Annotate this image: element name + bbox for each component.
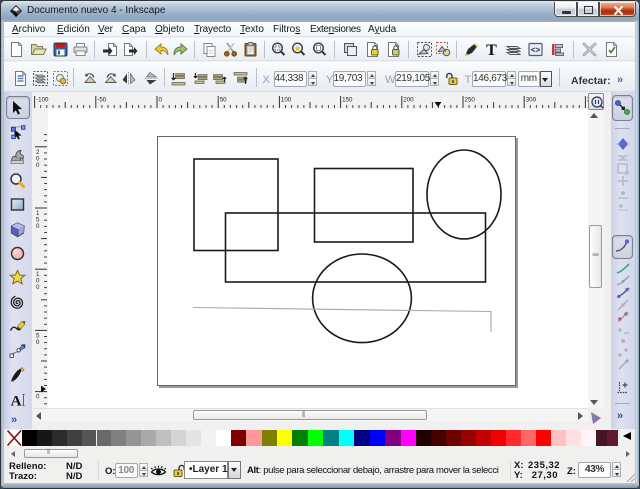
svg-text:0: 0 bbox=[36, 223, 40, 230]
svg-text:A: A bbox=[11, 393, 22, 408]
svg-text:-50: -50 bbox=[97, 97, 107, 104]
svg-text:0: 0 bbox=[36, 339, 40, 346]
svg-text:0: 0 bbox=[159, 97, 163, 104]
svg-text:300: 300 bbox=[526, 97, 537, 104]
svg-text:0: 0 bbox=[36, 284, 40, 291]
svg-text:<>: <> bbox=[530, 46, 540, 55]
svg-text:50: 50 bbox=[220, 97, 227, 104]
svg-text:-100: -100 bbox=[36, 97, 49, 104]
svg-text:150: 150 bbox=[342, 97, 353, 104]
svg-text:250: 250 bbox=[465, 97, 476, 104]
svg-text:0: 0 bbox=[36, 162, 40, 169]
svg-text:200: 200 bbox=[403, 97, 414, 104]
svg-text:0: 0 bbox=[36, 394, 40, 401]
svg-text:T: T bbox=[486, 42, 497, 58]
svg-text:100: 100 bbox=[281, 97, 292, 104]
